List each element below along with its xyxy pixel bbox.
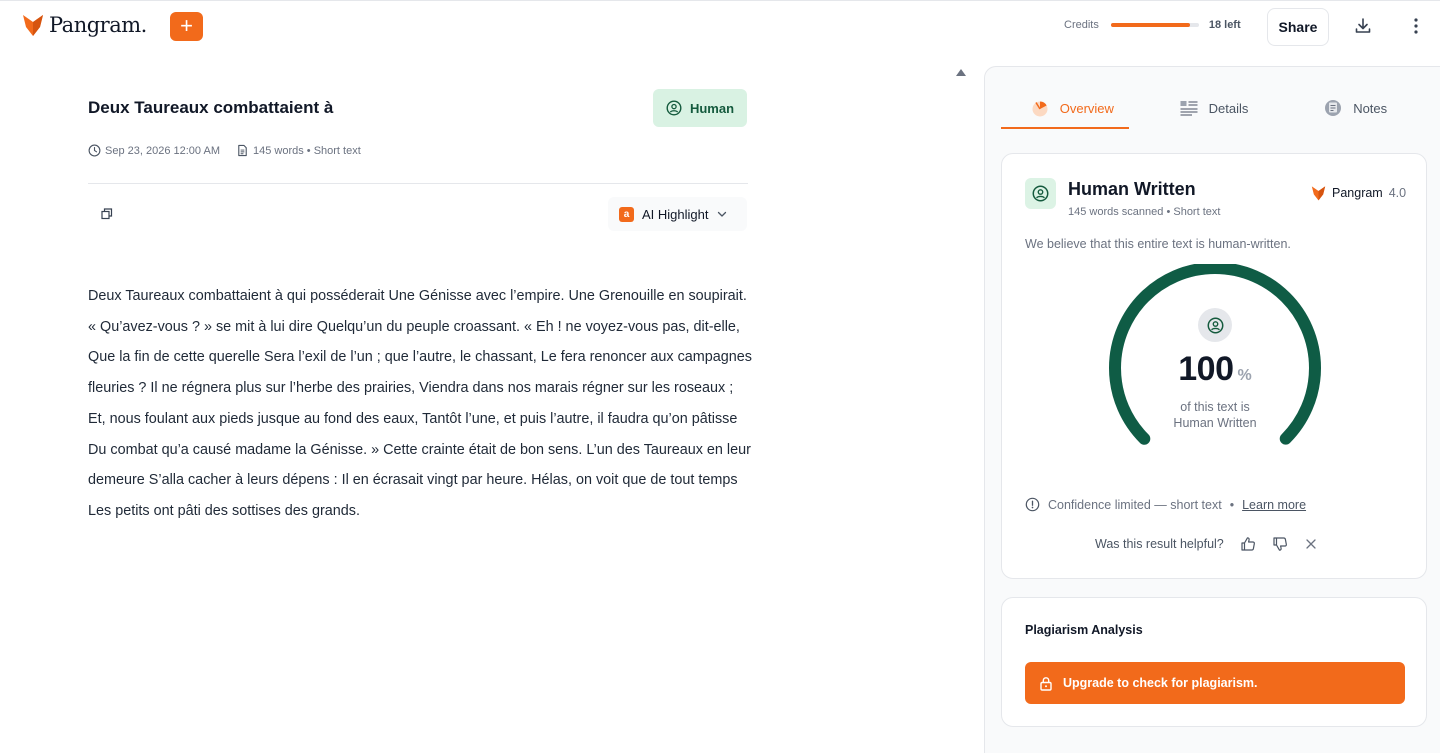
human-icon	[666, 100, 682, 116]
analysis-panel: Overview Details Notes Human Written 145…	[984, 66, 1440, 753]
result-title: Human Written	[1068, 179, 1196, 199]
document-title: Deux Taureaux combattaient à	[88, 98, 334, 117]
helpful-question: Was this result helpful?	[1095, 537, 1224, 551]
plagiarism-card: Plagiarism Analysis Upgrade to check for…	[1001, 597, 1427, 727]
separator-dot: •	[1229, 497, 1235, 512]
tab-overview[interactable]: Overview	[1001, 87, 1143, 129]
document-meta: Sep 23, 2026 12:00 AM 145 words • Short …	[88, 144, 361, 157]
upgrade-plagiarism-button[interactable]: Upgrade to check for plagiarism.	[1025, 662, 1405, 704]
model-version: 4.0	[1388, 186, 1407, 200]
document-date: Sep 23, 2026 12:00 AM	[105, 144, 220, 157]
confidence-text: Confidence limited — short text	[1048, 497, 1222, 512]
ai-highlight-icon: a	[619, 206, 634, 222]
divider	[88, 183, 748, 184]
percent-symbol: %	[1237, 367, 1252, 384]
result-belief-text: We believe that this entire text is huma…	[1025, 237, 1291, 251]
credits-label: Credits	[1064, 19, 1099, 31]
upgrade-plagiarism-label: Upgrade to check for plagiarism.	[1063, 676, 1258, 690]
info-alert-icon	[1025, 497, 1040, 512]
gauge-value: 100%	[1102, 350, 1328, 389]
document-icon	[238, 144, 247, 157]
thumbs-down-button[interactable]	[1272, 536, 1288, 552]
chevron-down-icon	[718, 211, 727, 217]
overview-icon	[1032, 101, 1048, 117]
dismiss-feedback-button[interactable]	[1304, 537, 1318, 551]
tab-overview-label: Overview	[1059, 100, 1114, 116]
fox-logo-icon	[23, 15, 43, 36]
document-body-text: Deux Taureaux combattaient à qui posséde…	[88, 288, 752, 519]
learn-more-link[interactable]: Learn more	[1242, 498, 1306, 512]
credits-remaining: 18 left	[1208, 19, 1241, 31]
thumbs-up-icon	[1241, 537, 1255, 551]
thumbs-up-button[interactable]	[1240, 536, 1256, 552]
more-options-icon[interactable]	[1406, 16, 1426, 36]
human-result-icon	[1025, 178, 1056, 209]
lock-icon	[1040, 676, 1052, 691]
tab-details[interactable]: Details	[1143, 87, 1285, 129]
feedback-row: Was this result helpful?	[1095, 536, 1318, 552]
details-icon	[1180, 101, 1198, 116]
credits-progress-fill	[1110, 23, 1191, 27]
plagiarism-title: Plagiarism Analysis	[1025, 623, 1143, 637]
tab-details-label: Details	[1208, 100, 1249, 116]
model-brand: Pangram 4.0	[1311, 185, 1406, 201]
human-percent: 100	[1178, 350, 1234, 388]
brand-logo[interactable]: Pangram.	[22, 13, 147, 37]
gauge-caption-line1: of this text is	[1180, 400, 1250, 414]
gauge-caption: of this text is Human Written	[1102, 399, 1328, 431]
clock-icon	[88, 144, 101, 157]
result-subtitle: 145 words scanned • Short text	[1068, 206, 1221, 218]
tab-notes-label: Notes	[1353, 100, 1388, 116]
top-bar: Pangram. + Credits 18 left Share	[0, 0, 1440, 52]
fox-logo-icon	[1311, 186, 1326, 201]
confidence-note: Confidence limited — short text • Learn …	[1025, 497, 1306, 512]
gauge-human-icon	[1198, 308, 1232, 342]
panel-tabs: Overview Details Notes	[1001, 87, 1426, 129]
result-card: Human Written 145 words scanned • Short …	[1001, 153, 1427, 579]
document-word-info: 145 words • Short text	[252, 144, 361, 157]
credits-progress-bar	[1110, 23, 1199, 27]
close-icon	[1306, 539, 1316, 549]
copy-icon[interactable]	[100, 207, 114, 221]
ai-highlight-dropdown[interactable]: a AI Highlight	[608, 197, 747, 231]
tab-notes[interactable]: Notes	[1284, 87, 1426, 129]
scroll-up-arrow-icon[interactable]	[956, 69, 966, 76]
thumbs-down-icon	[1273, 537, 1287, 551]
new-document-button[interactable]: +	[170, 12, 203, 41]
credits-indicator: Credits 18 left	[1064, 19, 1241, 31]
gauge-caption-line2: Human Written	[1173, 416, 1257, 430]
notes-icon	[1325, 100, 1342, 116]
share-button[interactable]: Share	[1267, 8, 1329, 46]
human-icon	[1207, 317, 1223, 333]
brand-name: Pangram.	[49, 13, 147, 37]
human-badge-label: Human	[689, 100, 735, 116]
model-brand-name: Pangram	[1332, 186, 1383, 200]
human-verdict-badge: Human	[653, 89, 747, 127]
human-icon	[1032, 185, 1049, 202]
download-icon[interactable]	[1353, 16, 1373, 36]
ai-highlight-label: AI Highlight	[642, 206, 709, 222]
